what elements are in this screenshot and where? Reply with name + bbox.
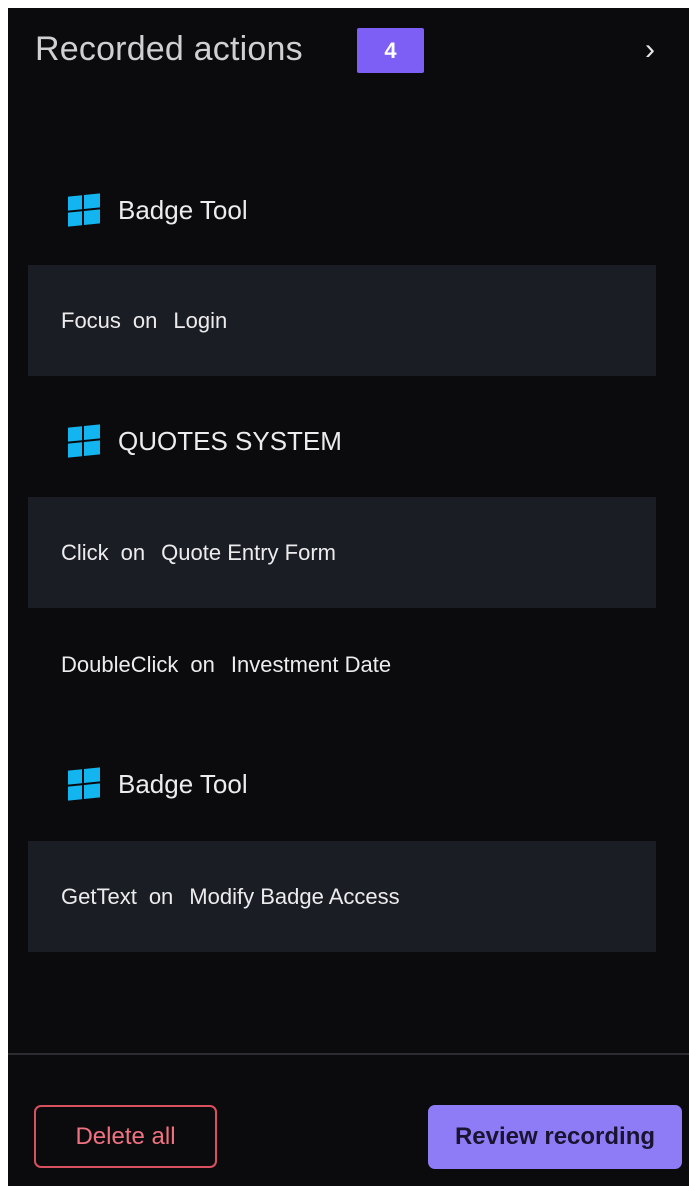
action-verb: DoubleClick [61,651,179,677]
action-verb: Click [61,539,109,565]
group-app-name: QUOTES SYSTEM [118,425,342,456]
action-on: on [190,651,215,677]
action-target: Modify Badge Access [189,883,400,909]
group-header-badge-tool: Badge Tool [68,190,248,230]
windows-icon [68,193,100,227]
action-text: GetText on Modify Badge Access [61,884,400,910]
action-on: on [120,539,146,565]
recorded-actions-panel: Recorded actions 4 › Badge Tool Focus on L… [8,0,689,1186]
action-count-badge: 4 [357,28,424,73]
delete-all-button[interactable]: Delete all [34,1105,217,1168]
action-text: DoubleClick on Investment Date [61,652,391,678]
action-verb: Focus [61,307,121,333]
action-row[interactable]: Focus on Login [28,265,656,376]
panel-title: Recorded actions [35,30,303,68]
action-verb: GetText [61,883,137,909]
group-app-name: Badge Tool [118,194,248,225]
action-target: Quote Entry Form [161,539,336,565]
chevron-right-icon[interactable]: › [630,30,670,70]
action-row[interactable]: GetText on Modify Badge Access [28,841,656,952]
action-text: Click on Quote Entry Form [61,540,336,566]
action-target: Investment Date [230,651,392,677]
windows-icon [68,424,100,458]
action-row[interactable]: Click on Quote Entry Form [28,497,656,608]
group-header-quotes-system: QUOTES SYSTEM [68,421,342,461]
panel-header: Recorded actions 4 › [8,8,689,98]
top-clip [0,0,689,8]
windows-icon [68,767,100,801]
review-recording-button[interactable]: Review recording [428,1105,682,1169]
action-text: Focus on Login [61,308,227,334]
group-app-name: Badge Tool [118,768,248,799]
action-target: Login [173,307,228,333]
group-header-badge-tool: Badge Tool [68,764,248,804]
action-row[interactable]: DoubleClick on Investment Date [28,609,656,720]
footer-divider [8,1053,689,1055]
action-on: on [148,883,174,909]
action-on: on [132,307,158,333]
